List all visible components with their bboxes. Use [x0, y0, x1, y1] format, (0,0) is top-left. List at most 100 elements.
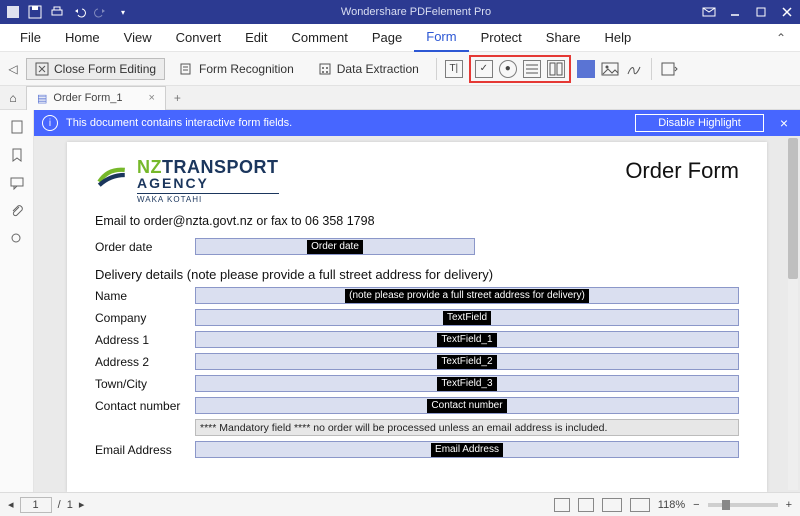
vertical-scrollbar[interactable] [788, 138, 798, 490]
mail-icon[interactable] [702, 5, 716, 19]
undo-icon[interactable] [72, 5, 86, 19]
view-facing-icon[interactable] [602, 498, 622, 512]
button-tool-icon[interactable] [577, 60, 595, 78]
form-info-bar: i This document contains interactive for… [34, 110, 800, 136]
menu-file[interactable]: File [8, 24, 53, 52]
menu-comment[interactable]: Comment [280, 24, 360, 52]
logo-nz: NZ [137, 157, 162, 177]
signature-tool-icon[interactable] [625, 60, 643, 78]
doc-tab-close-icon[interactable]: × [148, 92, 154, 104]
page-viewport[interactable]: NZTRANSPORT AGENCY WAKA KOTAHI Order For… [34, 136, 800, 492]
field-email[interactable]: Email Address [195, 441, 739, 458]
field-name[interactable]: (note please provide a full street addre… [195, 287, 739, 304]
page-next-icon[interactable]: ▸ [79, 498, 85, 511]
radio-tool-icon[interactable]: ● [499, 60, 517, 78]
view-single-icon[interactable] [554, 498, 570, 512]
tag-address1: TextField_1 [437, 333, 496, 347]
toolbar-separator-2 [651, 58, 652, 80]
list-tool-icon[interactable] [547, 60, 565, 78]
app-title: Wondershare PDFelement Pro [130, 6, 702, 18]
scroll-thumb[interactable] [788, 138, 798, 279]
label-order-date: Order date [95, 240, 189, 254]
form-recognition-button[interactable]: Form Recognition [171, 58, 303, 80]
menu-convert[interactable]: Convert [164, 24, 234, 52]
close-form-editing-button[interactable]: Close Form Editing [26, 58, 165, 80]
tag-town: TextField_3 [437, 377, 496, 391]
label-contact: Contact number [95, 399, 189, 413]
checkbox-tool-icon[interactable]: ✓ [475, 60, 493, 78]
page-prev-icon[interactable]: ◂ [8, 498, 14, 511]
view-facing-cont-icon[interactable] [630, 498, 650, 512]
delivery-heading: Delivery details (note please provide a … [95, 267, 739, 282]
statusbar: ◂ 1 / 1 ▸ 118% − + [0, 492, 800, 516]
info-icon: i [42, 115, 58, 131]
titlebar: ▾ Wondershare PDFelement Pro [0, 0, 800, 24]
save-icon[interactable] [28, 5, 42, 19]
field-address2[interactable]: TextField_2 [195, 353, 739, 370]
menu-form[interactable]: Form [414, 24, 468, 52]
minimize-icon[interactable] [728, 5, 742, 19]
attachments-icon[interactable] [10, 204, 24, 218]
page-title: Order Form [625, 158, 739, 184]
zoom-value: 118% [658, 499, 685, 511]
page-number[interactable]: 1 [20, 497, 52, 513]
close-icon[interactable] [780, 5, 794, 19]
form-recognition-icon [180, 62, 194, 76]
form-recognition-label: Form Recognition [199, 62, 294, 76]
menu-share[interactable]: Share [534, 24, 593, 52]
back-icon[interactable]: ◁ [6, 62, 20, 76]
label-town: Town/City [95, 377, 189, 391]
field-contact[interactable]: Contact number [195, 397, 739, 414]
menubar: File Home View Convert Edit Comment Page… [0, 24, 800, 52]
data-extraction-button[interactable]: Data Extraction [309, 58, 428, 80]
print-icon[interactable] [50, 5, 64, 19]
add-tab-icon[interactable]: + [166, 91, 189, 105]
app-logo-icon [6, 5, 20, 19]
collapse-ribbon-icon[interactable]: ⌃ [770, 31, 792, 45]
menu-view[interactable]: View [112, 24, 164, 52]
zoom-slider[interactable] [708, 503, 778, 507]
qat-dropdown-icon[interactable]: ▾ [116, 5, 130, 19]
zoom-out-icon[interactable]: − [693, 499, 699, 511]
mandatory-note: **** Mandatory field **** no order will … [195, 419, 739, 436]
menu-page[interactable]: Page [360, 24, 414, 52]
bookmarks-icon[interactable] [10, 148, 24, 162]
disable-highlight-button[interactable]: Disable Highlight [635, 114, 764, 132]
form-toolbar: ◁ Close Form Editing Form Recognition Da… [0, 52, 800, 86]
redo-icon[interactable] [94, 5, 108, 19]
workarea: i This document contains interactive for… [0, 110, 800, 492]
combo-tool-icon[interactable] [523, 60, 541, 78]
close-form-editing-icon [35, 62, 49, 76]
field-address1[interactable]: TextField_1 [195, 331, 739, 348]
comments-icon[interactable] [10, 176, 24, 190]
view-continuous-icon[interactable] [578, 498, 594, 512]
info-message: This document contains interactive form … [66, 117, 627, 129]
logo-mark-icon [95, 158, 129, 195]
doc-tab-label: Order Form_1 [53, 92, 122, 104]
info-close-icon[interactable]: × [776, 115, 792, 131]
menu-edit[interactable]: Edit [233, 24, 279, 52]
label-email: Email Address [95, 443, 189, 457]
image-tool-icon[interactable] [601, 60, 619, 78]
logo-waka: WAKA KOTAHI [137, 193, 279, 204]
zoom-in-icon[interactable]: + [786, 499, 792, 511]
field-order-date[interactable]: Order date [195, 238, 475, 255]
more-tool-icon[interactable] [660, 60, 678, 78]
menu-help[interactable]: Help [593, 24, 644, 52]
zoom-thumb[interactable] [722, 500, 730, 510]
home-tab-icon[interactable]: ⌂ [0, 91, 26, 105]
page-sep: / [58, 499, 61, 511]
tag-name: (note please provide a full street addre… [345, 289, 589, 303]
thumbnails-icon[interactable] [10, 120, 24, 134]
tag-contact: Contact number [427, 399, 506, 413]
text-field-tool-icon[interactable]: T| [445, 60, 463, 78]
pdf-page: NZTRANSPORT AGENCY WAKA KOTAHI Order For… [67, 142, 767, 492]
menu-protect[interactable]: Protect [469, 24, 534, 52]
menu-home[interactable]: Home [53, 24, 112, 52]
maximize-icon[interactable] [754, 5, 768, 19]
document-tab[interactable]: ▤ Order Form_1 × [26, 86, 166, 110]
left-sidebar [0, 110, 34, 492]
field-company[interactable]: TextField [195, 309, 739, 326]
search-panel-icon[interactable] [10, 232, 24, 246]
field-town[interactable]: TextField_3 [195, 375, 739, 392]
